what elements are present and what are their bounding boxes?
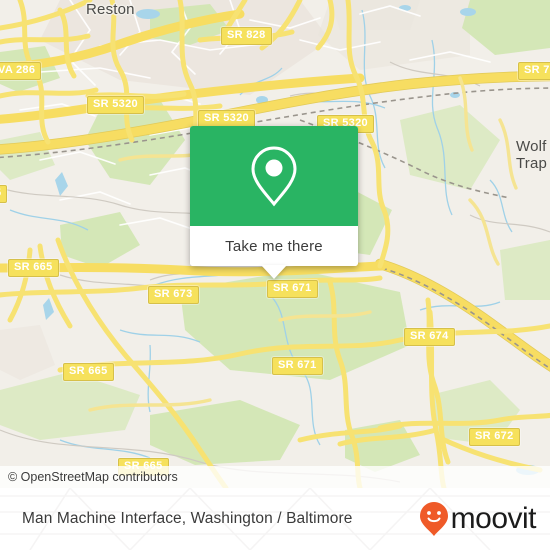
osm-attribution[interactable]: © OpenStreetMap contributors — [0, 466, 550, 488]
popup-pointer-tail — [261, 265, 287, 279]
map-pin-icon — [251, 146, 297, 207]
moovit-logo[interactable]: moovit — [419, 501, 537, 537]
moovit-pin-icon — [419, 502, 448, 536]
road-shield[interactable]: SR 665 — [63, 363, 114, 381]
map-canvas[interactable]: .land { fill:#f2efe9; } .green { fill:#c… — [0, 0, 550, 488]
road-shield[interactable]: SR 671 — [267, 280, 318, 298]
take-me-there-label: Take me there — [225, 237, 323, 255]
road-shield[interactable]: SR 671 — [272, 357, 323, 375]
road-shield[interactable]: SR 70 — [518, 62, 550, 80]
road-shield[interactable]: SR 672 — [469, 428, 520, 446]
road-shield[interactable]: SR 674 — [404, 328, 455, 346]
road-shield[interactable]: SR 5320 — [87, 96, 144, 114]
road-shield[interactable]: SR 828 — [221, 27, 272, 45]
road-shield[interactable]: SR 665 — [8, 259, 59, 277]
moovit-map-page: .land { fill:#f2efe9; } .green { fill:#c… — [0, 0, 550, 550]
road-shield[interactable]: 5 — [0, 185, 8, 203]
road-shield[interactable]: SR 673 — [148, 286, 199, 304]
road-shield[interactable]: VA 286 — [0, 62, 42, 80]
page-footer: Man Machine Interface, Washington / Balt… — [0, 488, 550, 550]
take-me-there-button[interactable]: Take me there — [190, 226, 358, 279]
location-popup-card[interactable]: Take me there — [190, 126, 358, 279]
moovit-wordmark: moovit — [450, 502, 537, 535]
page-title: Man Machine Interface, Washington / Balt… — [22, 510, 353, 527]
popup-header — [190, 126, 358, 226]
